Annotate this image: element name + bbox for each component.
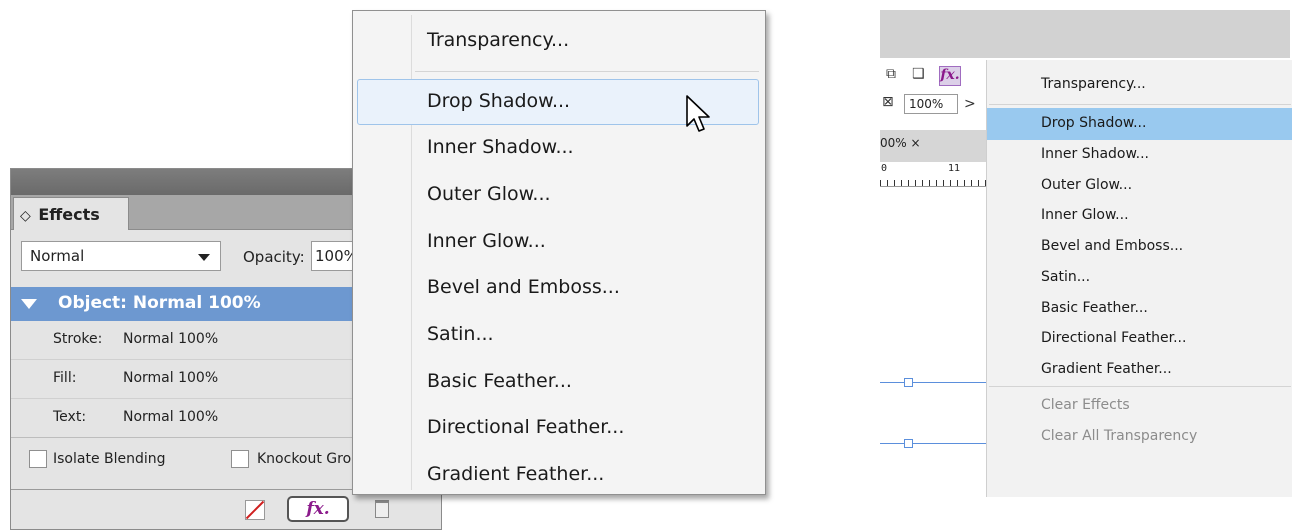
isolate-blending-label: Isolate Blending [53,451,166,467]
menu-item-outer-glow[interactable]: Outer Glow... [1041,177,1132,193]
trash-icon[interactable] [375,500,389,518]
object-effect-label: Object: Normal 100% [58,293,261,313]
guide-line[interactable] [880,382,986,383]
ruler-label: 11 [948,163,961,174]
menu-item-drop-shadow[interactable]: Drop Shadow... [427,90,570,112]
title-bar [880,10,1290,58]
clear-effects-icon[interactable] [245,500,265,520]
guide-handle[interactable] [904,378,913,387]
menu-separator [989,386,1291,387]
fx-toolbar-button[interactable]: fx. [939,66,961,86]
menu-item-inner-shadow[interactable]: Inner Shadow... [1041,146,1149,162]
expand-triangle-icon[interactable] [21,299,37,309]
ruler-ticks [880,180,986,186]
effects-popup-menu-right: Transparency... Drop Shadow... Inner Sha… [986,60,1292,497]
opacity-icon: ⊠ [882,94,894,110]
blend-mode-select[interactable]: Normal [21,241,221,271]
app-window-right: ⧉ ❑ fx. ⊠ 100% > 00% × 0 11 Transparency… [880,10,1292,497]
menu-item-inner-shadow[interactable]: Inner Shadow... [427,136,574,158]
menu-item-transparency[interactable]: Transparency... [427,29,569,51]
effects-popup-menu-left: Transparency... Drop Shadow... Inner Sha… [352,10,766,495]
menu-item-gradient-feather[interactable]: Gradient Feather... [1041,361,1172,377]
menu-item-inner-glow[interactable]: Inner Glow... [427,230,546,252]
document-tab-label: 00% × [880,136,921,150]
stroke-label: Stroke: [53,331,103,347]
menu-item-basic-feather[interactable]: Basic Feather... [427,370,572,392]
guide-line[interactable] [880,443,986,444]
zoom-arrow-icon[interactable]: > [964,96,976,112]
fx-button[interactable]: fx. [287,496,349,522]
fill-value: Normal 100% [123,370,219,386]
tab-effects[interactable]: ◇ Effects [13,197,129,230]
menu-item-outer-glow[interactable]: Outer Glow... [427,183,551,205]
menu-item-inner-glow[interactable]: Inner Glow... [1041,207,1129,223]
text-value: Normal 100% [123,409,219,425]
mouse-cursor-icon [686,95,710,132]
document-tab[interactable]: 00% × [880,130,986,163]
menu-item-directional-feather[interactable]: Directional Feather... [1041,330,1186,346]
tab-effects-label: Effects [38,205,100,224]
menu-item-directional-feather[interactable]: Directional Feather... [427,416,624,438]
zoom-input[interactable]: 100% [904,94,958,114]
horizontal-ruler: 0 11 [880,162,986,187]
isolate-blending-checkbox[interactable] [29,450,47,468]
menu-item-satin[interactable]: Satin... [1041,269,1090,285]
stroke-value: Normal 100% [123,331,219,347]
text-label: Text: [53,409,87,425]
menu-separator [415,71,759,72]
blend-mode-value: Normal [30,247,85,265]
menu-item-bevel-and-emboss[interactable]: Bevel and Emboss... [427,276,620,298]
shadow-icon[interactable]: ❑ [912,66,925,82]
menu-item-clear-all-transparency: Clear All Transparency [1041,428,1198,444]
dropdown-arrow-icon[interactable] [198,254,210,261]
fill-label: Fill: [53,370,77,386]
opacity-label: Opacity: [243,248,305,266]
knockout-group-checkbox[interactable] [231,450,249,468]
menu-item-drop-shadow[interactable]: Drop Shadow... [1041,115,1146,131]
menu-item-satin[interactable]: Satin... [427,323,494,345]
menu-item-bevel-and-emboss[interactable]: Bevel and Emboss... [1041,238,1183,254]
menu-item-gradient-feather[interactable]: Gradient Feather... [427,463,604,485]
menu-item-basic-feather[interactable]: Basic Feather... [1041,300,1148,316]
collapse-toggle-icon[interactable]: ◇ [20,208,31,224]
panel-bottom-bar: fx. [11,489,441,530]
guide-handle[interactable] [904,439,913,448]
menu-item-transparency[interactable]: Transparency... [1041,76,1146,92]
menu-item-clear-effects: Clear Effects [1041,397,1130,413]
menu-separator [989,104,1291,105]
frame-icon[interactable]: ⧉ [886,66,896,82]
ruler-label: 0 [881,163,888,174]
